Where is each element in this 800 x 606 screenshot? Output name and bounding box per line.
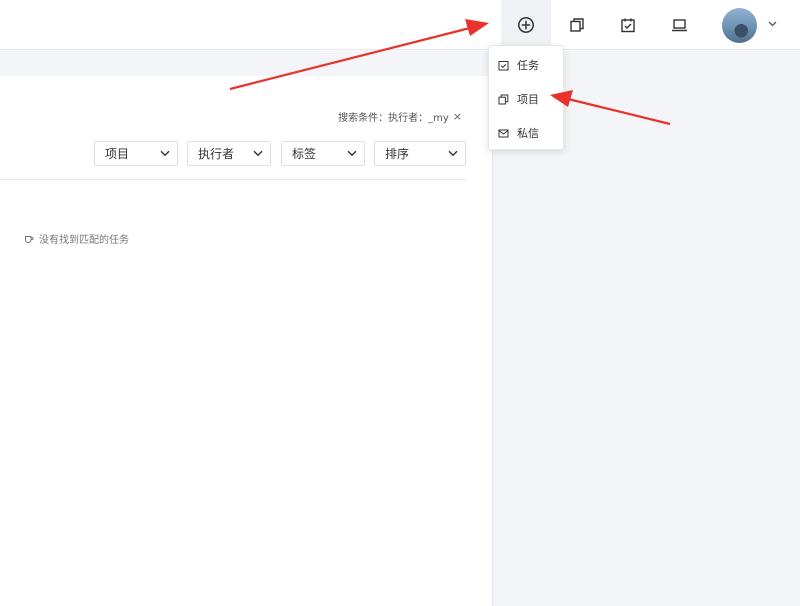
filter-project-label: 项目	[105, 147, 130, 161]
workspace-button[interactable]	[654, 0, 704, 50]
chevron-down-icon	[160, 150, 170, 157]
search-condition-text: 搜索条件：执行者：_my	[338, 113, 449, 124]
chevron-down-icon	[253, 150, 263, 157]
chevron-down-icon	[347, 150, 357, 157]
menu-item-message[interactable]: 私信	[489, 118, 565, 148]
cup-icon	[25, 235, 34, 243]
add-button[interactable]	[501, 0, 551, 50]
empty-state-message: 没有找到匹配的任务	[39, 235, 129, 246]
menu-item-project-label: 项目	[517, 93, 539, 106]
sub-header-strip	[0, 51, 492, 76]
menu-item-task-label: 任务	[517, 59, 539, 72]
filter-sort[interactable]: 排序	[374, 141, 466, 166]
add-dropdown-menu: 任务 项目 私信	[488, 45, 564, 150]
filter-tag-label: 标签	[292, 147, 317, 161]
filter-project[interactable]: 项目	[94, 141, 178, 166]
calendar-check-icon	[621, 18, 635, 33]
filter-divider	[0, 179, 466, 180]
top-bar	[0, 0, 800, 50]
project-copy-icon	[498, 94, 509, 105]
menu-item-message-label: 私信	[517, 127, 539, 140]
task-check-icon	[498, 60, 509, 70]
projects-button[interactable]	[552, 0, 602, 50]
copy-icon	[570, 18, 584, 32]
mail-icon	[498, 129, 509, 137]
plus-circle-icon	[518, 17, 534, 33]
avatar-dropdown-toggle[interactable]	[764, 16, 780, 32]
clear-search-button[interactable]: ×	[453, 110, 462, 123]
laptop-icon	[671, 19, 687, 32]
user-avatar[interactable]	[722, 8, 757, 43]
empty-state: 没有找到匹配的任务	[24, 231, 129, 246]
search-condition: 搜索条件：执行者：_my ×	[338, 109, 462, 124]
chevron-down-icon	[768, 21, 776, 27]
chevron-down-icon	[448, 150, 458, 157]
menu-item-project[interactable]: 项目	[489, 84, 565, 114]
tasks-button[interactable]	[603, 0, 653, 50]
menu-item-task[interactable]: 任务	[489, 50, 565, 80]
filter-tag[interactable]: 标签	[281, 141, 365, 166]
filter-assignee[interactable]: 执行者	[187, 141, 271, 166]
filter-assignee-label: 执行者	[198, 147, 235, 161]
filter-sort-label: 排序	[385, 147, 410, 161]
